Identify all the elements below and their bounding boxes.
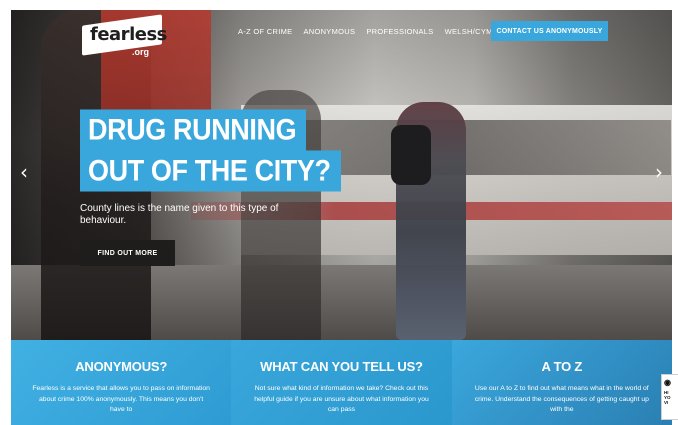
- card-what-can-you-tell-us[interactable]: WHAT CAN YOU TELL US? Not sure what kind…: [231, 340, 452, 425]
- contact-us-anonymously-button[interactable]: CONTACT US ANONYMOUSLY: [491, 21, 608, 41]
- logo-text: fearless: [90, 24, 167, 45]
- nav-item-anonymous[interactable]: ANONYMOUS: [303, 27, 355, 36]
- carousel-prev-icon[interactable]: ‹: [20, 162, 28, 182]
- card-title: A TO Z: [541, 359, 583, 374]
- card-text: Use our A to Z to find out what means wh…: [474, 385, 649, 414]
- feature-cards: ANONYMOUS? Fearless is a service that al…: [11, 340, 672, 425]
- hero-figure-backpack: [391, 125, 431, 185]
- page: fearless .org A-Z OF CRIME ANONYMOUS PRO…: [0, 0, 678, 425]
- card-a-to-z[interactable]: A TO Z Use our A to Z to find out what m…: [451, 340, 672, 425]
- accessibility-widget[interactable]: ◉ HI YO VI: [661, 374, 678, 420]
- hero-headline-line-1: DRUG RUNNING: [80, 109, 307, 151]
- find-out-more-button[interactable]: FIND OUT MORE: [80, 240, 175, 266]
- logo-subtext: .org: [132, 47, 149, 57]
- card-anonymous[interactable]: ANONYMOUS? Fearless is a service that al…: [11, 340, 232, 425]
- nav-item-professionals[interactable]: PROFESSIONALS: [366, 27, 433, 36]
- accessibility-widget-text: HI YO VI: [664, 389, 671, 406]
- card-title: WHAT CAN YOU TELL US?: [260, 359, 423, 374]
- main-nav: A-Z OF CRIME ANONYMOUS PROFESSIONALS WEL…: [238, 27, 515, 36]
- nav-item-a-z-of-crime[interactable]: A-Z OF CRIME: [238, 27, 292, 36]
- card-title: ANONYMOUS?: [75, 359, 168, 374]
- eye-icon: ◉: [664, 378, 671, 387]
- carousel-next-icon[interactable]: ›: [655, 162, 663, 182]
- hero-headline-line-2: OUT OF THE CITY?: [80, 150, 341, 192]
- site-logo[interactable]: fearless .org: [82, 14, 167, 62]
- card-text: Not sure what kind of information we tak…: [254, 385, 429, 414]
- hero-subtitle: County lines is the name given to this t…: [80, 203, 279, 227]
- card-text: Fearless is a service that allows you to…: [32, 385, 210, 414]
